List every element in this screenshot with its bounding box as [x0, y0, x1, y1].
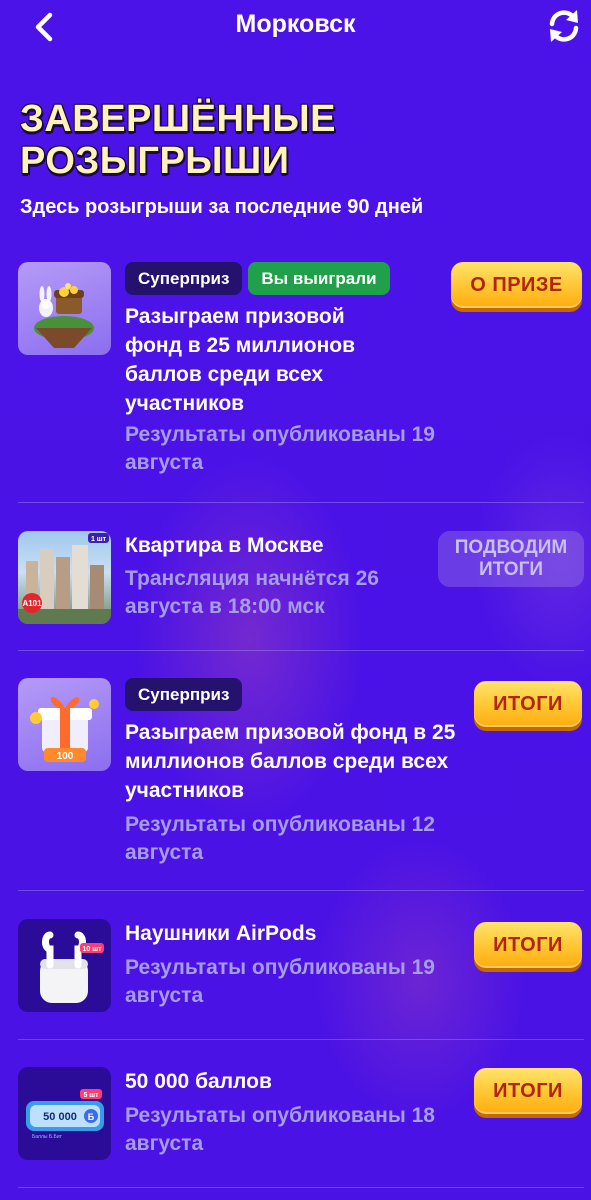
badge-group: Суперприз Вы выиграли [125, 262, 390, 295]
image-amount-label: 50 000 [43, 1111, 77, 1123]
results-button[interactable]: ИТОГИ [474, 1068, 582, 1114]
points-card-image: 50 000 Б Баллы Б.Бит 5 шт [18, 1067, 111, 1160]
raffle-status: Результаты опубликованы 19 августа [125, 956, 435, 1007]
results-button[interactable]: ИТОГИ [474, 922, 582, 968]
raffle-title: Квартира в Москве [125, 534, 324, 557]
badge-superprize: Суперприз [125, 262, 243, 295]
svg-text:Б: Б [88, 1112, 95, 1122]
raffle-title: Разыграем призовой фонд в 25 миллионов б… [125, 721, 456, 802]
raffle-card[interactable]: 100 Суперприз Разыграем призовой фонд в … [18, 678, 588, 868]
section-heading: ЗАВЕРШЁННЫЕ РОЗЫГРЫШИ [20, 98, 540, 182]
summarizing-button[interactable]: подводим итоги [438, 531, 584, 587]
raffle-status: Трансляция начнётся 26 августа в 18:00 м… [125, 567, 379, 618]
raffle-status: Результаты опубликованы 19 августа [125, 423, 435, 474]
divider [18, 890, 584, 891]
airpods-image: 10 шт [18, 919, 111, 1012]
divider [18, 1039, 584, 1040]
page-title: Морковск [235, 10, 356, 38]
section-subheading: Здесь розыгрыши за последние 90 дней [20, 196, 424, 218]
raffle-title: Разыграем призовой фонд в 25 миллионов б… [125, 305, 355, 415]
results-button[interactable]: ИТОГИ [474, 681, 582, 727]
badge-you-won: Вы выиграли [248, 262, 390, 295]
heading-line-1: ЗАВЕРШЁННЫЕ [20, 98, 336, 140]
image-count-label: 1 шт [91, 536, 107, 543]
about-prize-button[interactable]: О ПРИЗЕ [451, 262, 582, 308]
image-count-label: 5 шт [83, 1092, 99, 1099]
treasure-island-image [18, 262, 111, 355]
gift-box-image: 100 [18, 678, 111, 771]
badge-group: Суперприз [125, 678, 243, 711]
refresh-button[interactable] [544, 8, 584, 44]
image-count-label: 10 шт [83, 946, 103, 953]
badge-superprize: Суперприз [125, 678, 243, 711]
raffle-card[interactable]: Суперприз Вы выиграли Разыграем призовой… [18, 262, 588, 492]
heading-line-2: РОЗЫГРЫШИ [20, 140, 290, 182]
raffle-card[interactable]: А101 1 шт Квартира в Москве Трансляция н… [18, 531, 588, 627]
divider [18, 1187, 584, 1188]
raffle-title: 50 000 баллов [125, 1070, 272, 1093]
raffle-card[interactable]: 10 шт Наушники AirPods Результаты опубли… [18, 919, 588, 1015]
image-caption-label: Баллы Б.Бит [32, 1134, 63, 1140]
image-amount-label: 100 [57, 751, 74, 762]
raffle-status: Результаты опубликованы 18 августа [125, 1104, 435, 1155]
top-bar: Морковск [0, 0, 591, 52]
apartment-building-image: А101 1 шт [18, 531, 111, 624]
divider [18, 650, 584, 651]
refresh-icon [549, 10, 579, 42]
divider [18, 502, 584, 503]
image-tag-label: А101 [22, 599, 42, 608]
raffle-status: Результаты опубликованы 12 августа [125, 813, 435, 864]
raffle-title: Наушники AirPods [125, 922, 317, 945]
raffle-card[interactable]: 50 000 Б Баллы Б.Бит 5 шт 50 000 баллов … [18, 1067, 588, 1163]
